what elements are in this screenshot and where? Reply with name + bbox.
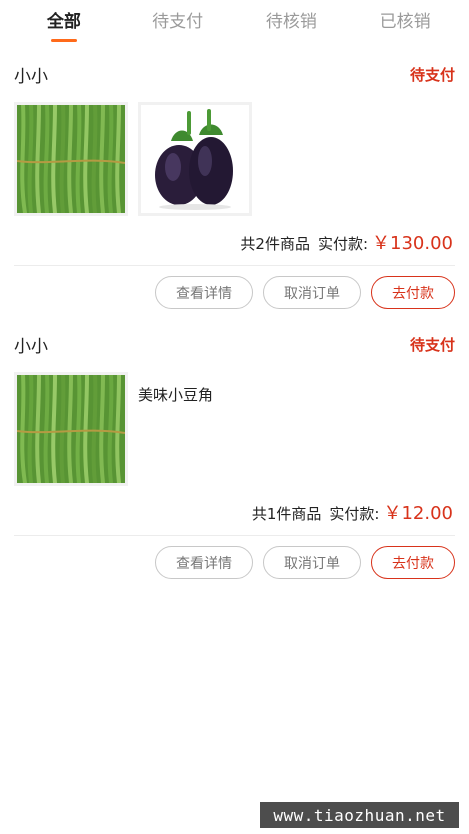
order-amount: ￥130.00 (372, 233, 453, 254)
order-amount: ￥12.00 (383, 503, 453, 524)
order-actions: 查看详情 取消订单 去付款 (14, 276, 455, 312)
order-card[interactable]: 小小 待支付 (0, 330, 469, 582)
green-beans-image[interactable] (14, 102, 128, 216)
green-beans-picture (17, 105, 125, 213)
order-summary: 共1件商品 实付款: ￥12.00 (14, 499, 455, 531)
view-details-button[interactable]: 查看详情 (155, 546, 253, 579)
paid-label: 实付款: (329, 505, 380, 523)
eggplant-picture (141, 105, 249, 213)
tab-verified-label: 已核销 (379, 12, 431, 32)
watermark: www.tiaozhuan.net (260, 802, 459, 828)
order-summary: 共2件商品 实付款: ￥130.00 (14, 229, 455, 261)
product-list (14, 102, 455, 219)
eggplant-image[interactable] (138, 102, 252, 216)
item-count: 共1件商品 (251, 505, 322, 523)
tab-pending-payment-label: 待支付 (152, 12, 204, 32)
divider (14, 265, 455, 266)
order-header: 小小 待支付 (14, 60, 455, 88)
order-card[interactable]: 小小 待支付 (0, 60, 469, 312)
order-status: 待支付 (409, 65, 455, 84)
tab-pending-verification[interactable]: 待核销 (235, 0, 349, 44)
shop-name: 小小 (14, 66, 48, 87)
tab-verified[interactable]: 已核销 (348, 0, 462, 44)
green-beans-picture (17, 375, 125, 483)
order-actions: 查看详情 取消订单 去付款 (14, 546, 455, 582)
pay-button[interactable]: 去付款 (371, 276, 455, 309)
product-name[interactable]: 美味小豆角 (138, 384, 213, 405)
cancel-order-button[interactable]: 取消订单 (263, 546, 361, 579)
green-beans-image[interactable] (14, 372, 128, 486)
paid-label: 实付款: (317, 235, 369, 253)
shop-name: 小小 (14, 336, 48, 357)
order-status: 待支付 (409, 335, 455, 354)
view-details-button[interactable]: 查看详情 (155, 276, 253, 309)
order-tabs: 全部 待支付 待核销 已核销 (0, 0, 469, 44)
cancel-order-button[interactable]: 取消订单 (263, 276, 361, 309)
divider (14, 535, 455, 536)
item-count: 共2件商品 (240, 235, 310, 253)
pay-button[interactable]: 去付款 (371, 546, 455, 579)
product-list: 美味小豆角 (14, 372, 455, 489)
tab-pending-payment[interactable]: 待支付 (121, 0, 235, 44)
tab-pending-verification-label: 待核销 (265, 12, 317, 32)
tab-all[interactable]: 全部 (7, 0, 121, 44)
orders-page: 全部 待支付 待核销 已核销 小小 待支付 共2件商品 实付款: ￥130.00… (0, 0, 469, 834)
tab-all-label: 全部 (46, 12, 81, 32)
active-tab-indicator (50, 39, 77, 42)
order-header: 小小 待支付 (14, 330, 455, 358)
